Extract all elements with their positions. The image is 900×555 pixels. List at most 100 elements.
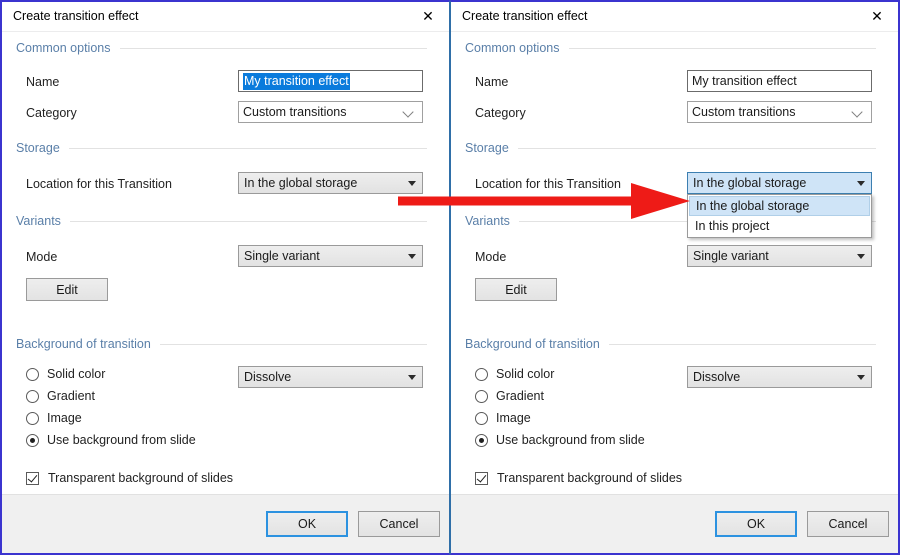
radio-solid-color-label: Solid color (47, 367, 106, 381)
triangle-down-icon (857, 253, 865, 259)
mode-dropdown[interactable]: Single variant (687, 245, 872, 267)
checkbox-checked-icon (475, 471, 488, 485)
ok-button[interactable]: OK (715, 511, 797, 537)
category-combobox[interactable]: Custom transitions (238, 101, 423, 123)
radio-circle-icon (475, 367, 488, 381)
radio-circle-icon (475, 389, 488, 403)
background-effect-value: Dissolve (244, 370, 292, 384)
location-option-label: In this project (695, 219, 770, 233)
radio-solid-color-label: Solid color (496, 367, 555, 381)
section-divider (69, 220, 427, 222)
triangle-down-icon (408, 253, 416, 259)
mode-dropdown[interactable]: Single variant (238, 245, 423, 267)
dialog-body: Common options Name My transition effect… (2, 32, 449, 498)
ok-button[interactable]: OK (266, 511, 348, 537)
section-background-of-transition: Background of transition (16, 337, 427, 351)
triangle-down-icon (857, 374, 865, 380)
section-variants: Variants (16, 214, 427, 228)
triangle-down-icon (408, 180, 416, 186)
background-effect-dropdown[interactable]: Dissolve (687, 366, 872, 388)
ok-button-label: OK (297, 517, 317, 531)
background-effect-value: Dissolve (693, 370, 741, 384)
section-common-options: Common options (465, 41, 876, 55)
location-dropdown[interactable]: In the global storage (687, 172, 872, 194)
chevron-down-icon (852, 106, 864, 118)
edit-button[interactable]: Edit (26, 278, 108, 301)
name-input[interactable]: My transition effect (238, 70, 423, 92)
cancel-button-label: Cancel (379, 517, 419, 531)
radio-use-background-label: Use background from slide (496, 433, 645, 447)
name-input-value: My transition effect (692, 74, 797, 88)
close-icon[interactable]: ✕ (860, 2, 894, 30)
category-combobox-value: Custom transitions (243, 105, 347, 119)
triangle-down-icon (857, 180, 865, 186)
radio-solid-color[interactable]: Solid color (26, 367, 105, 381)
checkbox-checked-icon (26, 471, 39, 485)
location-option-label: In the global storage (696, 199, 810, 213)
dialog-create-transition-effect-after: Create transition effect ✕ Common option… (450, 0, 900, 555)
radio-image-label: Image (496, 411, 531, 425)
cancel-button[interactable]: Cancel (807, 511, 889, 537)
radio-use-background-from-slide[interactable]: Use background from slide (475, 433, 645, 447)
screenshot-stage: Create transition effect ✕ Common option… (0, 0, 900, 555)
edit-button-label: Edit (56, 282, 78, 297)
radio-circle-icon (26, 367, 39, 381)
location-dropdown[interactable]: In the global storage (238, 172, 423, 194)
radio-gradient[interactable]: Gradient (475, 389, 544, 403)
ok-button-label: OK (746, 517, 766, 531)
radio-image[interactable]: Image (475, 411, 531, 425)
close-icon[interactable]: ✕ (411, 2, 445, 30)
name-input[interactable]: My transition effect (687, 70, 872, 92)
section-storage: Storage (16, 141, 427, 155)
section-divider (119, 47, 427, 49)
dialog-create-transition-effect-before: Create transition effect ✕ Common option… (0, 0, 450, 555)
radio-circle-selected-icon (475, 433, 488, 447)
section-divider (568, 47, 876, 49)
label-category: Category (26, 106, 77, 120)
cancel-button[interactable]: Cancel (358, 511, 440, 537)
name-input-value: My transition effect (243, 72, 350, 90)
mode-dropdown-value: Single variant (244, 249, 320, 263)
location-option-this-project[interactable]: In this project (689, 216, 870, 236)
radio-circle-icon (475, 411, 488, 425)
radio-image-label: Image (47, 411, 82, 425)
label-location-for-this-transition: Location for this Transition (26, 177, 172, 191)
title-bar: Create transition effect ✕ (2, 2, 449, 32)
section-divider (608, 343, 876, 345)
label-mode: Mode (26, 250, 58, 264)
checkbox-transparent-background-label: Transparent background of slides (48, 471, 234, 485)
label-name: Name (26, 75, 60, 89)
checkbox-transparent-background-of-slides[interactable]: Transparent background of slides (475, 471, 682, 485)
radio-use-background-label: Use background from slide (47, 433, 196, 447)
section-background-label: Background of transition (16, 337, 151, 351)
location-dropdown-value: In the global storage (244, 176, 358, 190)
radio-image[interactable]: Image (26, 411, 82, 425)
radio-circle-selected-icon (26, 433, 39, 447)
mode-dropdown-value: Single variant (693, 249, 769, 263)
section-common-options-label: Common options (465, 41, 560, 55)
location-dropdown-value: In the global storage (693, 176, 807, 190)
category-combobox[interactable]: Custom transitions (687, 101, 872, 123)
location-dropdown-list[interactable]: In the global storage In this project (687, 194, 872, 238)
background-effect-dropdown[interactable]: Dissolve (238, 366, 423, 388)
section-variants-label: Variants (465, 214, 510, 228)
checkbox-transparent-background-of-slides[interactable]: Transparent background of slides (26, 471, 233, 485)
radio-use-background-from-slide[interactable]: Use background from slide (26, 433, 196, 447)
label-name: Name (475, 75, 509, 89)
edit-button-label: Edit (505, 282, 527, 297)
window-title: Create transition effect (462, 9, 588, 23)
section-storage-label: Storage (465, 141, 509, 155)
label-category: Category (475, 106, 526, 120)
location-option-global-storage[interactable]: In the global storage (689, 196, 870, 216)
dialog-footer: OK Cancel (2, 494, 449, 553)
radio-gradient-label: Gradient (47, 389, 95, 403)
section-storage: Storage (465, 141, 876, 155)
dialog-body: Common options Name My transition effect… (451, 32, 898, 498)
edit-button[interactable]: Edit (475, 278, 557, 301)
radio-solid-color[interactable]: Solid color (475, 367, 554, 381)
section-storage-label: Storage (16, 141, 60, 155)
section-divider (517, 147, 876, 149)
section-divider (68, 147, 427, 149)
label-mode: Mode (475, 250, 507, 264)
radio-gradient[interactable]: Gradient (26, 389, 95, 403)
